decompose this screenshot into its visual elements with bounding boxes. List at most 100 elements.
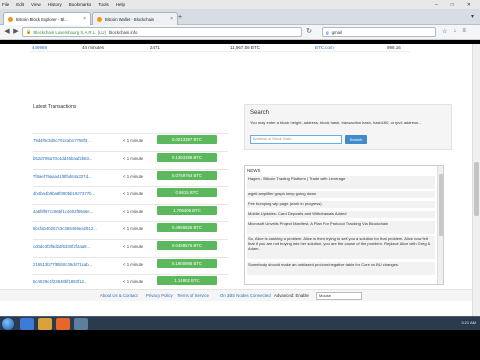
- start-button-icon[interactable]: [2, 318, 14, 330]
- footer-advanced[interactable]: Advanced: Enable: [274, 293, 309, 298]
- news-scrollbar[interactable]: [437, 166, 443, 284]
- table-row: 4a6f8f97cc865f1c4602f89a6e... < 1 minute…: [33, 204, 228, 216]
- search-panel-description: You may enter a block height, address, b…: [250, 120, 422, 125]
- close-window-icon[interactable]: ✕: [467, 2, 471, 8]
- news-scrollbar-thumb[interactable]: [439, 174, 443, 236]
- table-row: 216513b77f85b0c39d471cab... < 1 minute 0…: [33, 257, 228, 269]
- url-bar[interactable]: 🔒 Blockchain Luxembourg S.A.R.L. (LU) bl…: [22, 27, 302, 37]
- tab-close-icon[interactable]: ×: [170, 16, 173, 22]
- tx-amount-badge[interactable]: 0.4966826 BTC: [157, 223, 217, 232]
- lock-icon: 🔒: [26, 29, 32, 34]
- news-item[interactable]: wgetl amplifier graph keep going down: [247, 191, 435, 198]
- news-item[interactable]: Fee bumping wip page (work in progress): [247, 201, 435, 208]
- table-row: 5bcfab40267c3c365469ea2912... < 1 minute…: [33, 221, 228, 233]
- google-icon: g: [326, 29, 329, 35]
- block-total: 11,967.59 BTC: [230, 45, 260, 50]
- tx-hash-link[interactable]: 7f6aef79aaa41f8fbd64a337d...: [33, 174, 92, 179]
- tx-amount-badge[interactable]: 5.0759764 BTC: [157, 171, 217, 180]
- tx-hash-link[interactable]: 216513b77f85b0c39d471cab...: [33, 262, 92, 267]
- news-item[interactable]: Hagen - Bitcoin Trading Platform | Trade…: [247, 176, 435, 189]
- tx-time: < 1 minute: [123, 279, 144, 284]
- window-controls: – □ ✕: [435, 0, 478, 9]
- footer-onion-link[interactable]: On 3BS Nodes Connected: [220, 293, 271, 298]
- table-row: 7f6aef79aaa41f8fbd64a337d... < 1 minute …: [33, 169, 228, 181]
- back-icon[interactable]: ◀: [3, 28, 11, 36]
- footer-about-link[interactable]: About Us & Contact: [100, 293, 138, 298]
- language-select[interactable]: Mouse: [316, 292, 362, 300]
- search-bar-value: gmail: [331, 29, 342, 35]
- taskbar-clock[interactable]: 3:21 AM: [461, 320, 476, 325]
- internet-explorer-icon[interactable]: [20, 318, 34, 330]
- tx-amount-badge[interactable]: 1.705405 BTC: [157, 206, 217, 215]
- table-row: 5c4029c4f23848bf1893f12... < 1 minute 1.…: [33, 274, 228, 286]
- footer-privacy-link[interactable]: Privacy Policy: [146, 293, 173, 298]
- tx-hash-link[interactable]: cd0de3f3f6d2df6330f2f4aa9...: [33, 244, 90, 249]
- menu-bookmarks[interactable]: Bookmarks: [69, 2, 92, 7]
- menu-view[interactable]: View: [31, 2, 41, 7]
- menu-help[interactable]: Help: [116, 2, 125, 7]
- tx-amount-badge[interactable]: 0.0013397 BTC: [157, 135, 217, 144]
- tab-label: Bitcoin Block Explorer - Bl...: [16, 16, 68, 22]
- tx-time: < 1 minute: [123, 191, 144, 196]
- star-icon[interactable]: ☆: [442, 28, 447, 35]
- news-item[interactable]: So, Alice is cashing a problem. Alice is…: [247, 236, 435, 259]
- app-icon[interactable]: [74, 318, 88, 330]
- latest-transactions-title: Latest Transactions: [33, 104, 77, 110]
- reload-icon[interactable]: ↻: [305, 28, 313, 36]
- news-item[interactable]: Mobile Updates: Card Deposits and Withdr…: [247, 211, 435, 218]
- minimize-icon[interactable]: –: [435, 2, 438, 8]
- search-bar[interactable]: g gmail: [322, 27, 436, 37]
- bitcoin-favicon-icon: [97, 16, 102, 22]
- tx-hash-link[interactable]: 5c4029c4f23848bf1893f12...: [33, 279, 87, 284]
- block-tx-count: 2471: [150, 45, 161, 50]
- block-size: 998.16: [387, 45, 401, 50]
- search-button[interactable]: Search: [345, 135, 367, 144]
- tab-wallet[interactable]: Bitcoin Wallet - Blockchain ×: [92, 12, 178, 25]
- menu-file[interactable]: File: [2, 2, 9, 7]
- file-explorer-icon[interactable]: [38, 318, 52, 330]
- tab-label: Bitcoin Wallet - Blockchain: [105, 16, 155, 22]
- tx-amount-badge[interactable]: 0.0488576 BTC: [157, 241, 217, 250]
- block-relayed-by-link[interactable]: BTC.com: [315, 45, 334, 50]
- download-icon[interactable]: ↓: [453, 28, 456, 35]
- news-box: NEWS Hagen - Bitcoin Trading Platform | …: [244, 165, 444, 285]
- search-panel-title: Search: [250, 110, 270, 116]
- tx-amount-badge[interactable]: 0.8615 BTC: [157, 188, 217, 197]
- footer-terms-link[interactable]: Terms of Service: [177, 293, 209, 298]
- table-row: cd0de3f3f6d2df6330f2f4aa9... < 1 minute …: [33, 239, 228, 251]
- tab-block-explorer[interactable]: Bitcoin Block Explorer - Bl... ×: [3, 12, 91, 25]
- page-scrollbar[interactable]: [472, 44, 480, 316]
- tx-amount-badge[interactable]: 0.1363398 BTC: [157, 153, 217, 162]
- search-input[interactable]: Address or Block Hash: [250, 135, 342, 144]
- tx-hash-link[interactable]: 5bcfab40267c3c365469ea2912...: [33, 226, 97, 231]
- tx-hash-link[interactable]: 4a6f8f97cc865f1c4602f89a6e...: [33, 209, 93, 214]
- tab-strip: Bitcoin Block Explorer - Bl... × Bitcoin…: [0, 9, 480, 25]
- page-scrollbar-thumb[interactable]: [474, 162, 479, 216]
- menu-tools[interactable]: Tools: [98, 2, 109, 7]
- tab-list-chevron-down-icon[interactable]: ▾: [471, 13, 474, 20]
- news-title: NEWS: [247, 168, 261, 173]
- page-content: 449989 44 minutes 2471 11,967.59 BTC BTC…: [0, 44, 480, 316]
- url-host: blockchain.info: [108, 29, 138, 35]
- tx-time: < 1 minute: [123, 244, 144, 249]
- menu-history[interactable]: History: [48, 2, 62, 7]
- url-organization: Blockchain Luxembourg S.A.R.L. (LU): [33, 29, 106, 35]
- menu-hamburger-icon[interactable]: ≡: [462, 28, 466, 35]
- news-item[interactable]: Microsoft Unveils Project Manifest, A Pl…: [247, 221, 435, 234]
- tx-time: < 1 minute: [123, 226, 144, 231]
- firefox-icon[interactable]: [56, 318, 70, 330]
- menu-edit[interactable]: Edit: [16, 2, 24, 7]
- tx-time: < 1 minute: [123, 262, 144, 267]
- maximize-icon[interactable]: □: [451, 2, 454, 8]
- taskbar: 3:21 AM: [0, 316, 480, 330]
- tx-hash-link[interactable]: 4b4ba4b9ba8f0905b1927377b...: [33, 191, 95, 196]
- block-height-link[interactable]: 449989: [32, 45, 47, 50]
- tab-close-icon[interactable]: ×: [83, 16, 86, 22]
- tx-hash-link[interactable]: 79d4f0c3d5c702cab17758f3...: [33, 138, 91, 143]
- tx-hash-link[interactable]: b52d795a70c4dd45baaf2b83...: [33, 156, 93, 161]
- forward-icon[interactable]: ▶: [12, 28, 20, 36]
- tx-amount-badge[interactable]: 1.14802 BTC: [157, 276, 217, 285]
- new-tab-icon[interactable]: +: [178, 14, 182, 21]
- news-item[interactable]: Somebody should make an unbiased pro/con…: [247, 262, 435, 275]
- tx-amount-badge[interactable]: 0.1900895 BTC: [157, 259, 217, 268]
